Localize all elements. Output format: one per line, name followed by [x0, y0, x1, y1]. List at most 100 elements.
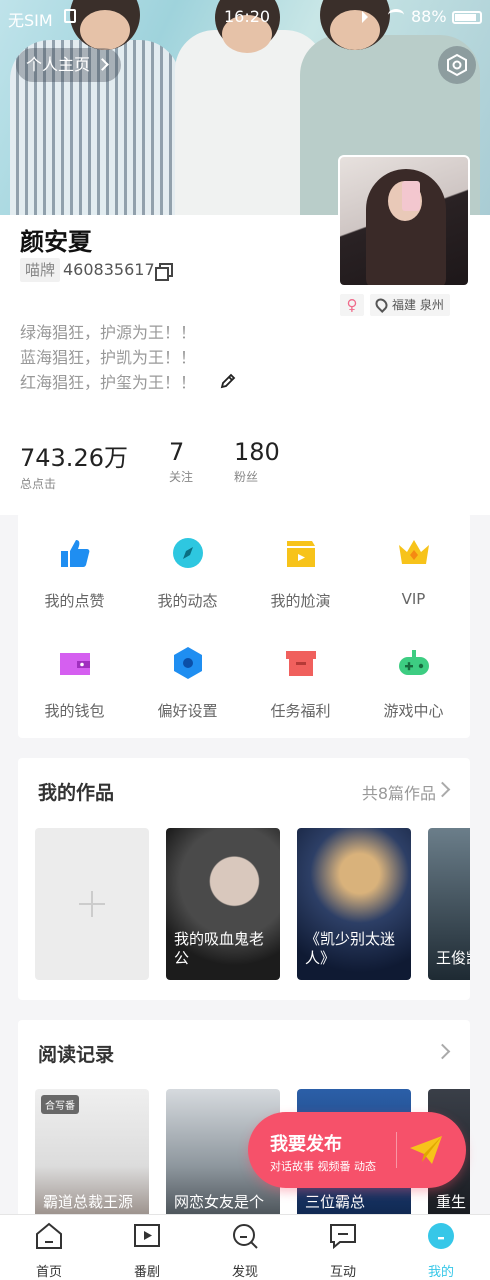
user-tag: 喵牌	[20, 258, 61, 282]
carrier-label: 无SIM	[8, 11, 53, 30]
feature-menu: 我的点赞 我的动态 我的尬演 VIP 我的钱包 偏好设置 任务福利 游戏中心	[18, 512, 470, 738]
sim-icon	[64, 9, 76, 23]
reading-title: 三位霸总	[305, 1193, 366, 1211]
reading-title: 重生	[436, 1193, 467, 1211]
tab-series[interactable]: 番剧	[98, 1221, 196, 1280]
menu-item-wallet[interactable]: 我的钱包	[18, 646, 131, 721]
bio-line: 绿海猖狂，护源为王！！	[20, 323, 197, 342]
tab-mine[interactable]: 我的	[392, 1221, 490, 1280]
tab-label: 互动	[329, 1265, 356, 1280]
mute-icon	[362, 11, 374, 23]
menu-item-activity[interactable]: 我的动态	[131, 536, 244, 611]
publish-subtitle: 对话故事 视频番 动态	[270, 1160, 376, 1173]
thumbs-up-icon	[60, 540, 89, 567]
stat-followers[interactable]: 180 粉丝	[234, 438, 280, 485]
add-work-button[interactable]	[35, 828, 149, 980]
menu-label: 偏好设置	[157, 702, 218, 720]
menu-item-games[interactable]: 游戏中心	[357, 646, 470, 721]
reading-title: 网恋女友是个	[174, 1193, 265, 1211]
tab-home[interactable]: 首页	[0, 1221, 98, 1280]
work-card[interactable]: 我的吸血鬼老公	[166, 828, 280, 980]
work-title: 王俊凯论群	[436, 949, 470, 967]
chevron-right-icon	[96, 58, 109, 71]
stat-label: 粉丝	[234, 470, 259, 484]
battery-icon	[452, 11, 482, 24]
status-bar: 无SIM 16:20 88%	[0, 0, 490, 34]
gender-badge: ♀	[340, 294, 364, 316]
gift-box-icon	[285, 651, 316, 676]
work-title: 《凯少别太迷人》	[305, 930, 396, 967]
work-title: 我的吸血鬼老公	[174, 930, 265, 967]
menu-item-performances[interactable]: 我的尬演	[244, 536, 357, 611]
paper-plane-icon	[410, 1136, 442, 1164]
compass-icon	[172, 538, 203, 568]
tab-label: 发现	[231, 1265, 258, 1280]
hexagon-settings-icon	[173, 647, 202, 679]
tab-interact[interactable]: 互动	[294, 1221, 392, 1280]
location-pin-icon	[373, 296, 390, 313]
stat-label: 总点击	[20, 477, 57, 491]
tab-label: 我的	[427, 1265, 454, 1280]
reading-card[interactable]: 合写番 霸道总裁王源	[35, 1089, 149, 1220]
crown-icon	[398, 540, 429, 564]
collab-badge: 合写番	[41, 1095, 79, 1114]
bio-line: 红海猖狂，护玺为王！！	[20, 373, 197, 392]
works-count-link[interactable]: 共8篇作品	[362, 780, 436, 804]
copy-icon[interactable]	[155, 263, 173, 281]
home-icon	[36, 1222, 62, 1249]
menu-item-preferences[interactable]: 偏好设置	[131, 646, 244, 721]
bottom-tab-bar: 首页 番剧 发现 互动 我的	[0, 1214, 490, 1280]
menu-item-tasks[interactable]: 任务福利	[244, 646, 357, 721]
my-works-section: 我的作品 共8篇作品 我的吸血鬼老公 《凯少别太迷人》 王俊凯论群	[18, 758, 470, 1000]
plus-icon	[79, 891, 105, 917]
menu-label: VIP	[401, 590, 426, 608]
stat-label: 关注	[169, 470, 194, 484]
chevron-right-icon[interactable]	[434, 781, 451, 798]
clock: 16:20	[224, 7, 271, 26]
gamepad-icon	[398, 650, 429, 675]
tab-label: 首页	[35, 1265, 62, 1280]
stat-total-clicks[interactable]: 743.26万 总点击	[20, 438, 128, 492]
divider	[396, 1132, 397, 1168]
bio-line: 蓝海猖狂，护凯为王！！	[20, 348, 197, 367]
play-icon	[134, 1224, 160, 1247]
publish-title: 我要发布	[270, 1134, 342, 1155]
stat-value: 7	[169, 438, 185, 466]
menu-label: 我的动态	[157, 592, 218, 610]
menu-item-likes[interactable]: 我的点赞	[18, 536, 131, 611]
battery-percent: 88%	[411, 7, 447, 26]
menu-label: 任务福利	[270, 702, 331, 720]
settings-button[interactable]	[438, 46, 476, 84]
bio: 绿海猖狂，护源为王！！ 蓝海猖狂，护凯为王！！ 红海猖狂，护玺为王！！	[20, 320, 196, 395]
wallet-icon	[59, 653, 90, 675]
menu-label: 我的点赞	[44, 592, 105, 610]
personal-homepage-label: 个人主页	[26, 55, 91, 74]
wifi-icon	[388, 9, 404, 21]
menu-item-vip[interactable]: VIP	[357, 536, 470, 608]
publish-button[interactable]: 我要发布 对话故事 视频番 动态	[248, 1112, 466, 1188]
work-card[interactable]: 《凯少别太迷人》	[297, 828, 411, 980]
username: 颜安夏	[20, 228, 92, 256]
profile-icon	[428, 1223, 454, 1249]
section-title: 我的作品	[38, 782, 115, 804]
edit-pencil-icon[interactable]	[220, 373, 236, 389]
chevron-right-icon[interactable]	[434, 1043, 451, 1060]
avatar[interactable]	[338, 155, 470, 287]
section-title: 阅读记录	[38, 1044, 115, 1066]
search-icon	[233, 1224, 258, 1249]
chat-icon	[330, 1224, 356, 1250]
clapperboard-icon	[286, 541, 315, 567]
stat-following[interactable]: 7 关注	[169, 438, 193, 485]
stat-value: 743.26万	[20, 444, 128, 472]
personal-homepage-button[interactable]: 个人主页	[16, 48, 122, 82]
menu-label: 游戏中心	[383, 702, 444, 720]
menu-label: 我的尬演	[270, 592, 331, 610]
hexagon-gear-icon	[447, 53, 467, 77]
tab-label: 番剧	[133, 1265, 160, 1280]
work-card[interactable]: 王俊凯论群	[428, 828, 470, 980]
location-badge: 福建 泉州	[370, 294, 450, 316]
tab-discover[interactable]: 发现	[196, 1221, 294, 1280]
reading-title: 霸道总裁王源	[43, 1193, 134, 1211]
stat-value: 180	[234, 438, 280, 466]
menu-label: 我的钱包	[44, 702, 105, 720]
